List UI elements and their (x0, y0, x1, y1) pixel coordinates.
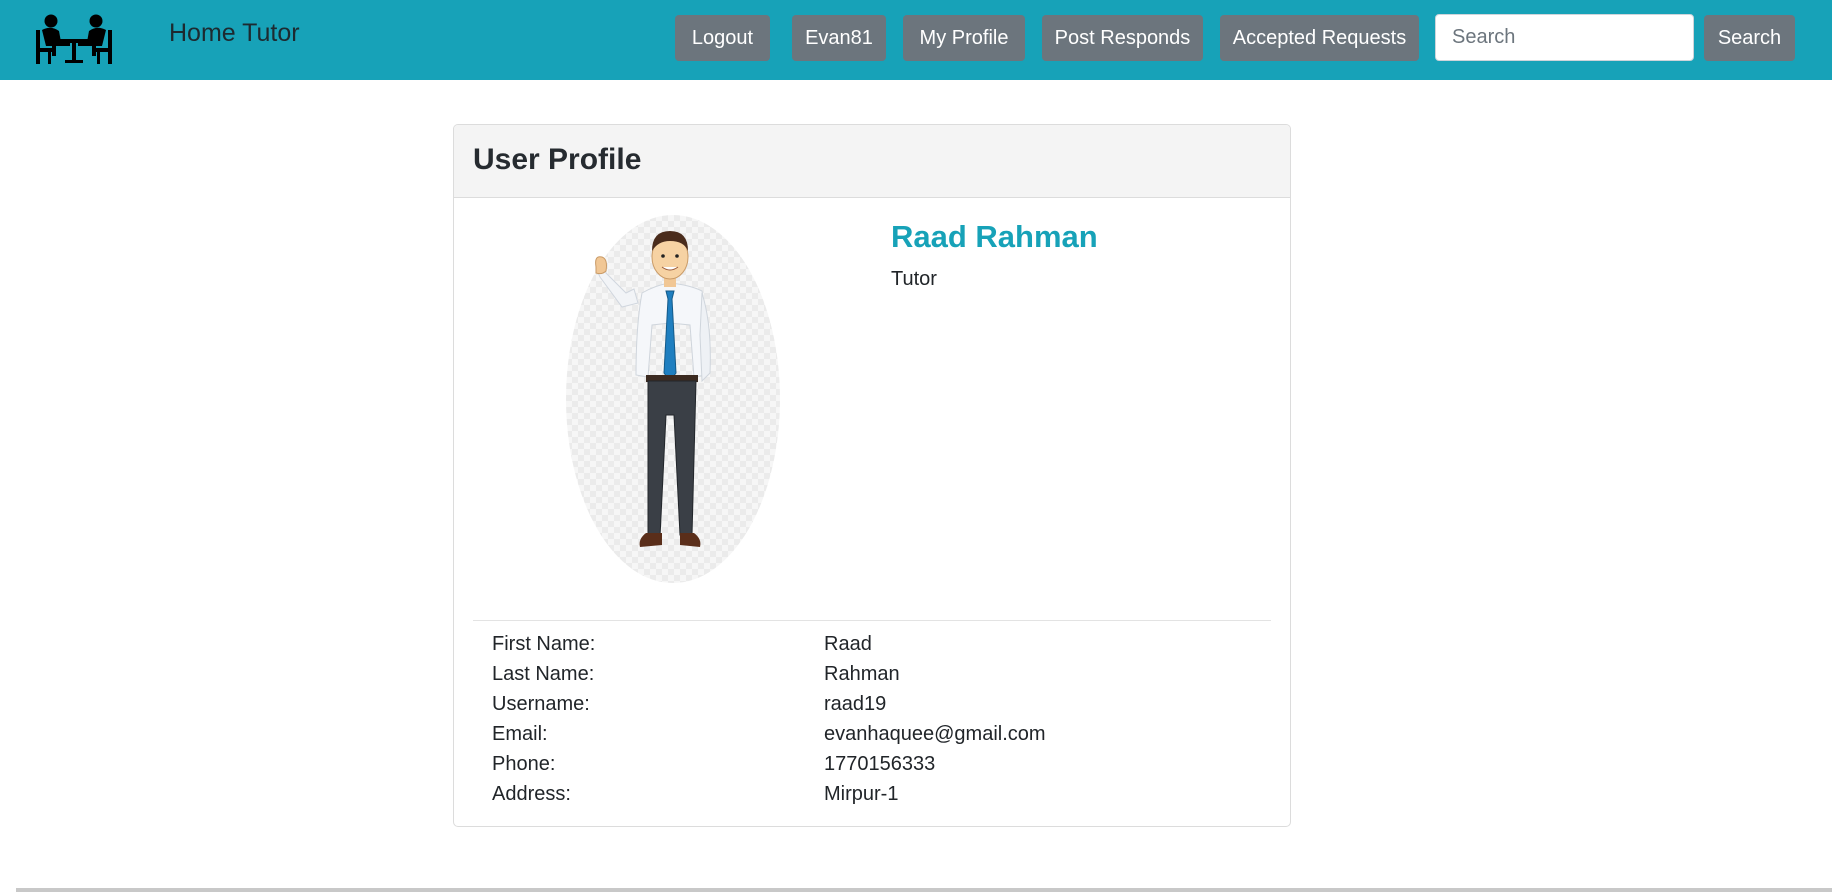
detail-row-last-name: Last Name: Rahman (492, 659, 1252, 689)
post-responds-button[interactable]: Post Responds (1042, 15, 1203, 61)
card-title: User Profile (473, 143, 642, 176)
detail-value: 1770156333 (824, 753, 936, 775)
horizontal-scrollbar[interactable] (16, 888, 1832, 892)
detail-row-address: Address: Mirpur-1 (492, 779, 1252, 809)
detail-row-email: Email: evanhaquee@gmail.com (492, 719, 1252, 749)
detail-value: evanhaquee@gmail.com (824, 723, 1046, 745)
details-divider (473, 620, 1271, 621)
logout-button[interactable]: Logout (675, 15, 770, 61)
detail-row-phone: Phone: 1770156333 (492, 749, 1252, 779)
brand-title[interactable]: Home Tutor (169, 18, 300, 48)
user-profile-card: User Profile Raad Rahman Tutor First Nam… (453, 124, 1291, 827)
detail-row-username: Username: raad19 (492, 689, 1252, 719)
detail-label: Last Name: (492, 663, 595, 685)
my-profile-button[interactable]: My Profile (903, 15, 1025, 61)
accepted-requests-button[interactable]: Accepted Requests (1220, 15, 1419, 61)
tutor-logo-icon[interactable] (34, 12, 114, 66)
detail-label: Address: (492, 783, 571, 805)
search-button[interactable]: Search (1704, 15, 1795, 61)
detail-label: Phone: (492, 753, 556, 775)
profile-role: Tutor (891, 268, 937, 290)
top-navbar: Home Tutor Logout Evan81 My Profile Post… (0, 0, 1832, 80)
search-input[interactable] (1435, 14, 1694, 61)
detail-value: Rahman (824, 663, 900, 685)
detail-value: raad19 (824, 693, 887, 715)
detail-row-first-name: First Name: Raad (492, 629, 1252, 659)
card-header: User Profile (454, 125, 1290, 198)
profile-name: Raad Rahman (891, 219, 1098, 254)
detail-value: Raad (824, 633, 872, 655)
detail-label: Username: (492, 693, 590, 715)
man-waving-avatar-icon (566, 215, 780, 583)
profile-avatar (566, 215, 780, 583)
username-button[interactable]: Evan81 (792, 15, 886, 61)
detail-label: First Name: (492, 633, 596, 655)
detail-label: Email: (492, 723, 548, 745)
detail-value: Mirpur-1 (824, 783, 899, 805)
